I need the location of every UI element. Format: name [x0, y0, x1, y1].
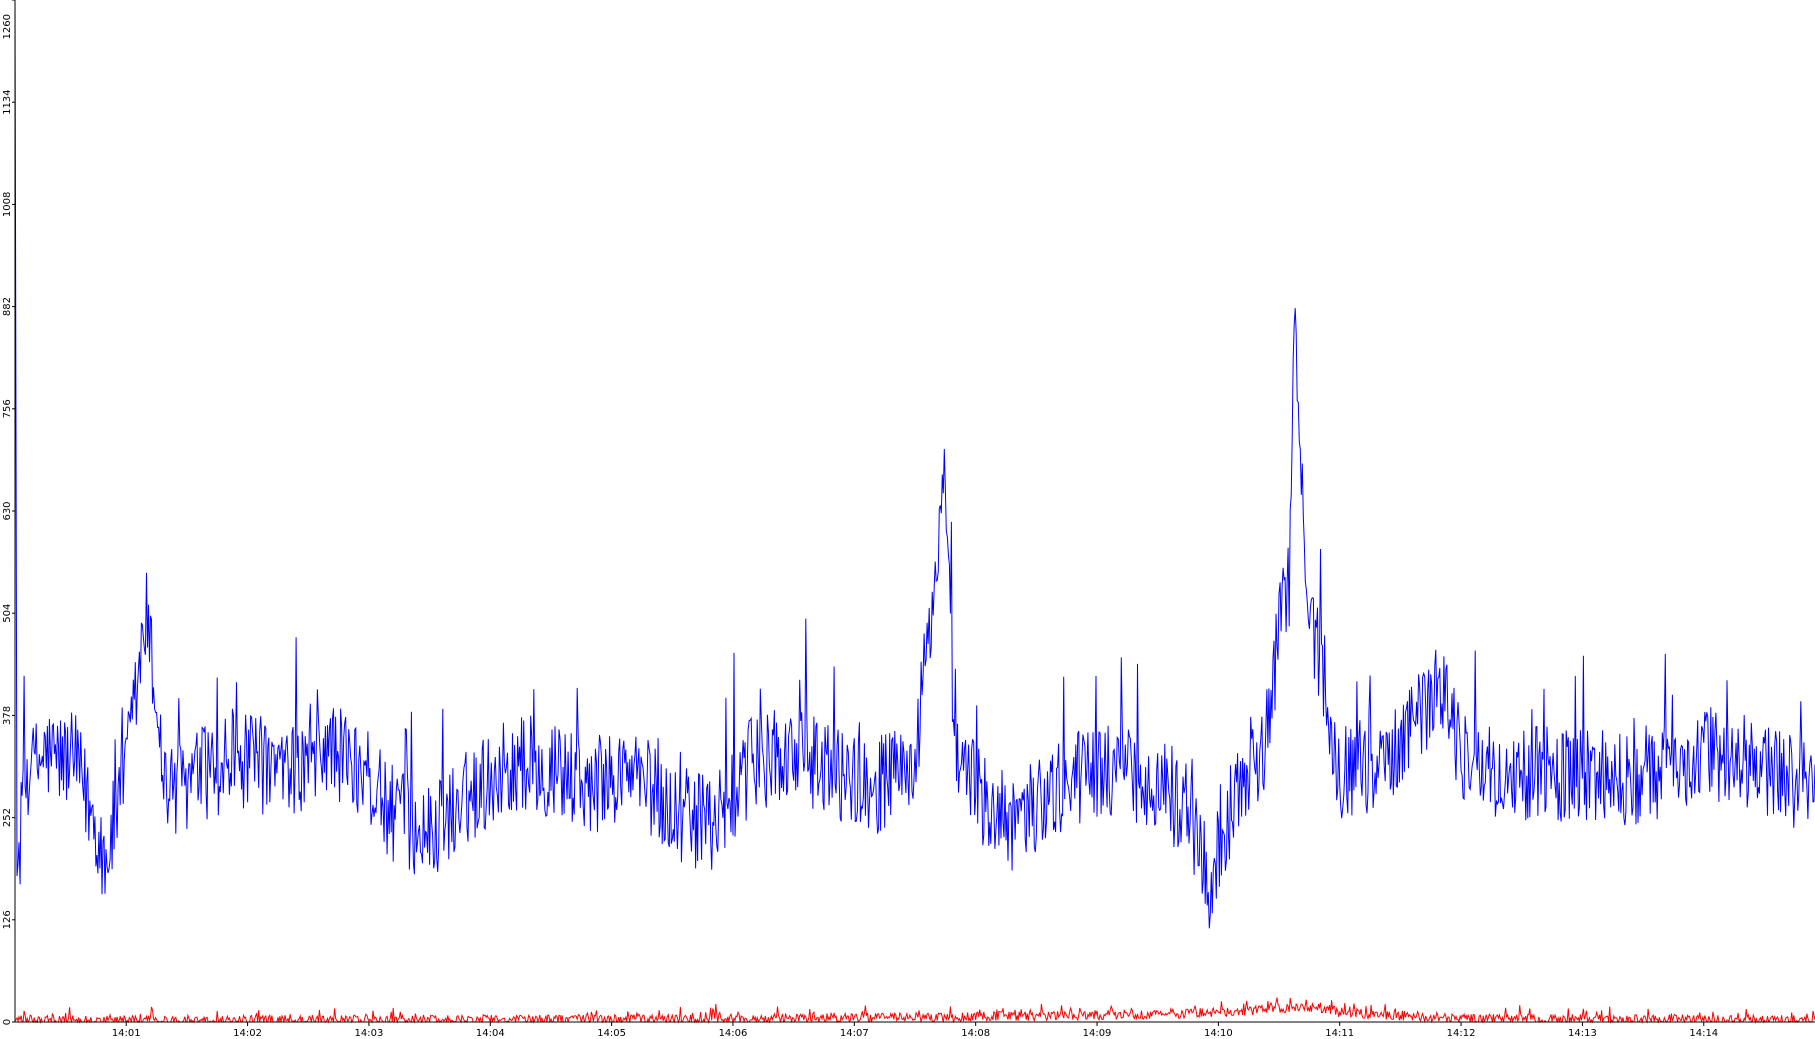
y-tick-label: 882	[2, 297, 13, 316]
series-line-blue	[14, 0, 1815, 929]
y-axis-ticks: 0 126 252 378 504 630 756 882 1008 1134 1260	[2, 0, 15, 1025]
x-tick-label: 14:05	[597, 1028, 626, 1039]
x-tick-label: 14:02	[233, 1028, 262, 1039]
series-line-red	[14, 997, 1815, 1024]
y-tick-label: 1008	[2, 192, 13, 217]
y-tick-label: 504	[2, 604, 13, 623]
y-tick-label: 0	[2, 1019, 13, 1025]
y-tick-label: 1134	[2, 89, 13, 114]
x-tick-label: 14:03	[355, 1028, 384, 1039]
y-tick-label: 630	[2, 501, 13, 520]
x-tick-label: 14:14	[1689, 1028, 1718, 1039]
x-tick-label: 14:08	[961, 1028, 990, 1039]
y-tick-label: 126	[2, 910, 13, 929]
y-tick-label: 252	[2, 808, 13, 827]
x-axis-ticks: 14:01 14:02 14:03 14:04 14:05 14:06 14:07 14:08…	[112, 1022, 1718, 1039]
x-tick-label: 14:07	[840, 1028, 869, 1039]
x-tick-label: 14:01	[112, 1028, 141, 1039]
x-tick-label: 14:09	[1083, 1028, 1112, 1039]
x-tick-label: 14:04	[476, 1028, 505, 1039]
y-tick-label: 756	[2, 399, 13, 418]
x-tick-label: 14:13	[1568, 1028, 1597, 1039]
x-tick-label: 14:06	[719, 1028, 748, 1039]
x-tick-label: 14:11	[1325, 1028, 1354, 1039]
x-tick-label: 14:10	[1204, 1028, 1233, 1039]
plot-area	[14, 0, 1815, 1024]
y-tick-label: 1260	[2, 14, 13, 39]
x-tick-label: 14:12	[1447, 1028, 1476, 1039]
y-tick-label: 378	[2, 706, 13, 725]
chart: 0 126 252 378 504 630 756 882 1008 1134 1260 14:01…	[2, 0, 1815, 1039]
